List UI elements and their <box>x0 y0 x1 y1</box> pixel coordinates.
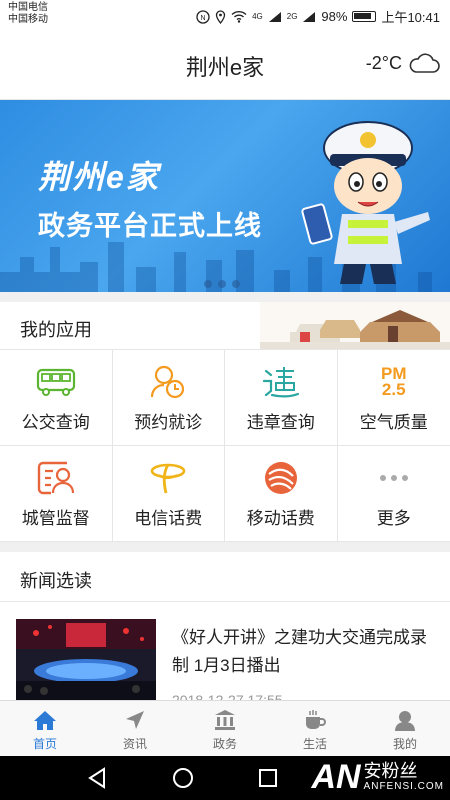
carrier-telecom: 中国电信 <box>8 2 48 13</box>
banner-logo-text: 荆州e家 <box>38 159 160 195</box>
urban-management-icon <box>36 460 76 496</box>
app-label: 移动话费 <box>246 509 315 528</box>
news-section-header: 新闻选读 <box>0 552 450 602</box>
system-nav-bar: AN 安粉丝 ANFENSI.COM <box>0 756 450 800</box>
landmark-decoration-image <box>260 302 450 349</box>
app-tile-violation-query[interactable]: 违章查询 <box>225 350 338 446</box>
carrier-mobile: 中国移动 <box>8 14 48 25</box>
app-tile-appointment[interactable]: 预约就诊 <box>112 350 225 446</box>
home-icon <box>33 708 57 732</box>
news-list-item[interactable]: 《好人开讲》之建功大交通完成录制 1月3日播出 2018-12-27 17:55 <box>0 602 450 702</box>
police-mascot-image <box>301 121 430 284</box>
signal-icon-2 <box>303 11 316 22</box>
navigation-arrow-icon <box>123 708 147 732</box>
recents-icon[interactable] <box>256 766 280 790</box>
section-divider <box>0 292 450 302</box>
location-icon <box>215 9 226 24</box>
tab-label: 生活 <box>302 737 327 751</box>
signal-4g-label: 4G <box>252 12 263 21</box>
watermark-logo: AN 安粉丝 ANFENSI.COM <box>311 758 444 796</box>
tab-label: 政务 <box>212 737 237 751</box>
status-bar: 中国电信 中国移动 N 4G 2G 98% 上午10:41 <box>0 0 450 30</box>
signal-2g-label: 2G <box>286 12 298 21</box>
app-tile-more[interactable]: 更多 <box>337 446 450 542</box>
news-headline: 《好人开讲》之建功大交通完成录制 1月3日播出 <box>172 628 427 675</box>
bus-icon <box>36 364 76 400</box>
promo-banner[interactable]: 荆州e家 政务平台正式上线 <box>0 100 450 292</box>
app-label: 预约就诊 <box>134 413 203 432</box>
nfc-icon: N <box>196 9 210 24</box>
cloud-icon <box>409 53 440 73</box>
news-thumbnail-image <box>16 619 156 702</box>
app-label: 公交查询 <box>21 413 90 432</box>
tab-label: 首页 <box>32 737 57 751</box>
app-label: 空气质量 <box>359 413 428 432</box>
pagination-dot[interactable] <box>204 280 212 288</box>
clock: 上午10:41 <box>381 10 440 25</box>
back-icon[interactable] <box>86 766 110 790</box>
app-header: 荆州e家 -2°C <box>0 30 450 100</box>
pm25-icon: PM 2.5 <box>374 364 414 400</box>
pagination-dot[interactable] <box>232 280 240 288</box>
banner-slogan: 政务平台正式上线 <box>38 211 262 241</box>
app-tile-air-quality[interactable]: PM 2.5 空气质量 <box>337 350 450 446</box>
app-tile-telecom-bill[interactable]: 电信话费 <box>112 446 225 542</box>
app-label: 违章查询 <box>246 413 315 432</box>
app-grid: 公交查询 预约就诊 违章查询 PM 2.5 空气质量 城管监督 电信话费 移动话… <box>0 350 450 542</box>
app-tile-mobile-bill[interactable]: 移动话费 <box>225 446 338 542</box>
battery-percent: 98% <box>321 9 348 24</box>
carrier-info: 中国电信 中国移动 <box>8 2 48 26</box>
app-label: 更多 <box>376 509 411 528</box>
home-circle-icon[interactable] <box>171 766 195 790</box>
watermark-text: 安粉丝 ANFENSI.COM <box>364 761 444 793</box>
china-telecom-icon <box>148 460 188 496</box>
tab-home[interactable]: 首页 <box>0 701 90 756</box>
section-divider <box>0 542 450 552</box>
app-tile-urban-supervision[interactable]: 城管监督 <box>0 446 113 542</box>
user-icon <box>393 708 417 732</box>
news-section-title: 新闻选读 <box>20 571 92 591</box>
battery-icon <box>352 11 377 22</box>
app-label: 城管监督 <box>21 509 90 528</box>
app-label: 电信话费 <box>134 509 203 528</box>
tab-profile[interactable]: 我的 <box>360 701 450 756</box>
app-tile-bus-query[interactable]: 公交查询 <box>0 350 113 446</box>
apps-section-title: 我的应用 <box>20 320 92 340</box>
tab-news[interactable]: 资讯 <box>90 701 180 756</box>
tab-life[interactable]: 生活 <box>270 701 360 756</box>
weather-widget[interactable]: -2°C <box>366 52 440 74</box>
bottom-tab-bar: 首页 资讯 政务 生活 我的 <box>0 700 450 756</box>
apps-section-header: 我的应用 <box>0 302 450 350</box>
pagination-dot[interactable] <box>218 280 226 288</box>
svg-text:N: N <box>201 15 206 22</box>
tab-label: 资讯 <box>122 737 147 751</box>
tab-government[interactable]: 政务 <box>180 701 270 756</box>
pm-value-text: 2.5 <box>381 380 406 399</box>
watermark-en: ANFENSI.COM <box>363 781 444 792</box>
signal-icon <box>268 11 281 22</box>
wifi-icon <box>231 10 247 23</box>
temperature: -2°C <box>365 52 402 73</box>
government-building-icon <box>213 708 237 732</box>
coffee-cup-icon <box>303 708 327 732</box>
china-mobile-icon <box>261 460 301 496</box>
doctor-clock-icon <box>148 364 188 400</box>
tab-label: 我的 <box>392 737 417 751</box>
violation-icon <box>261 364 301 400</box>
watermark-an: AN <box>311 758 361 796</box>
banner-pagination <box>204 280 240 288</box>
status-icons: N 4G 2G 98% 上午10:41 <box>196 7 440 26</box>
app-root: 中国电信 中国移动 N 4G 2G 98% 上午10:41 荆州e家 -2°C … <box>0 0 450 800</box>
watermark-cn: 安粉丝 <box>363 761 418 781</box>
more-dots-icon <box>374 460 414 496</box>
